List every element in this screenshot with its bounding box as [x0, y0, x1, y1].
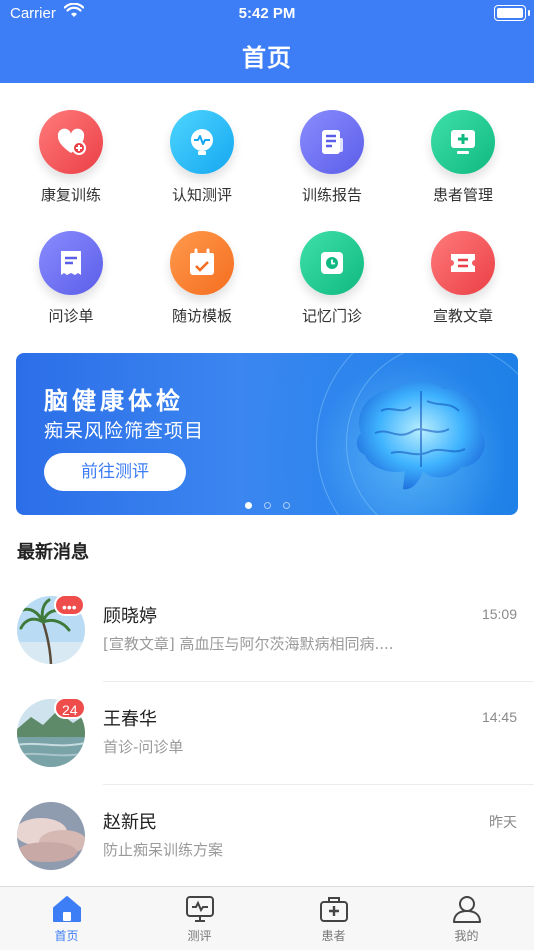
calendar-check-icon	[170, 231, 234, 295]
unread-badge: •••	[54, 594, 85, 616]
unread-badge: 24	[54, 697, 86, 719]
grid-item-followup-template[interactable]: 随访模板	[137, 231, 267, 326]
message-item[interactable]: 24 王春华 14:45 首诊-问诊单	[0, 697, 534, 802]
receipt-icon	[39, 231, 103, 295]
report-document-icon	[300, 110, 364, 174]
grid-item-training-report[interactable]: 训练报告	[267, 110, 397, 205]
banner-title: 脑健康体检	[44, 387, 184, 415]
battery-icon	[494, 5, 530, 21]
clouds-sky-photo	[17, 802, 85, 870]
app-header: Carrier 5:42 PM 首页	[0, 0, 534, 83]
home-screen: Carrier 5:42 PM 首页 康复训练 认知测评 训练报告 患者管理 问…	[0, 0, 534, 950]
tab-label: 患者	[321, 929, 346, 943]
monitor-pulse-icon	[185, 896, 214, 922]
grid-label: 训练报告	[301, 186, 362, 204]
grid-item-consultation-form[interactable]: 问诊单	[6, 231, 136, 326]
tab-label: 测评	[187, 929, 212, 943]
tab-patients[interactable]: 患者	[267, 895, 400, 944]
avatar	[17, 802, 85, 870]
heart-plus-icon	[39, 110, 103, 174]
home-icon	[52, 896, 81, 922]
ticket-icon	[431, 231, 495, 295]
tab-mine[interactable]: 我的	[400, 895, 533, 944]
grid-label: 随访模板	[171, 307, 232, 325]
heartbeat-monitor-icon	[170, 110, 234, 174]
sender-name: 顾晓婷	[103, 606, 157, 627]
brain-illustration	[356, 381, 485, 490]
message-item[interactable]: ••• 顾晓婷 15:09 [宣教文章] 高血压与阿尔茨海默病相同病....	[0, 594, 534, 699]
tab-label: 我的	[454, 929, 479, 943]
carousel-dot[interactable]	[244, 502, 252, 509]
message-time: 14:45	[481, 709, 517, 725]
message-preview: [宣教文章] 高血压与阿尔茨海默病相同病....	[103, 635, 394, 653]
sender-name: 王春华	[103, 709, 157, 730]
tab-assessment[interactable]: 测评	[133, 895, 266, 944]
message-preview: 首诊-问诊单	[103, 738, 184, 756]
page-title: 首页	[242, 44, 292, 72]
medical-kit-icon	[319, 897, 348, 922]
clock-icon	[300, 231, 364, 295]
latest-messages-title: 最新消息	[17, 542, 89, 563]
carousel-dot[interactable]	[263, 502, 271, 509]
grid-item-memory-clinic[interactable]: 记忆门诊	[267, 231, 397, 326]
grid-item-patient-management[interactable]: 患者管理	[398, 110, 528, 205]
user-icon	[452, 896, 481, 923]
grid-item-education-articles[interactable]: 宣教文章	[398, 231, 528, 326]
grid-label: 认知测评	[171, 186, 232, 204]
grid-item-rehab-training[interactable]: 康复训练	[6, 110, 136, 205]
medical-monitor-icon	[431, 110, 495, 174]
tab-bar: 首页 测评 患者 我的	[0, 886, 534, 950]
banner-subtitle: 痴呆风险筛查项目	[44, 420, 205, 442]
carousel-dot[interactable]	[282, 502, 290, 509]
grid-label: 宣教文章	[432, 307, 493, 325]
sender-name: 赵新民	[103, 812, 157, 833]
divider	[103, 681, 534, 682]
divider	[103, 784, 534, 785]
carousel-indicator	[16, 502, 518, 509]
tab-label: 首页	[54, 929, 79, 943]
status-bar: Carrier 5:42 PM	[0, 0, 534, 28]
message-time: 15:09	[481, 606, 517, 622]
start-assessment-button[interactable]: 前往测评	[44, 453, 186, 491]
grid-label: 问诊单	[48, 307, 94, 325]
grid-item-cognitive-assessment[interactable]: 认知测评	[137, 110, 267, 205]
promo-banner[interactable]: 脑健康体检 痴呆风险筛查项目 前往测评	[16, 353, 518, 515]
grid-label: 康复训练	[40, 186, 101, 204]
message-time: 昨天	[489, 814, 517, 830]
clock-time: 5:42 PM	[238, 5, 296, 22]
tab-home[interactable]: 首页	[0, 895, 133, 944]
grid-label: 记忆门诊	[301, 307, 362, 325]
grid-label: 患者管理	[432, 186, 493, 204]
message-preview: 防止痴呆训练方案	[103, 841, 224, 859]
